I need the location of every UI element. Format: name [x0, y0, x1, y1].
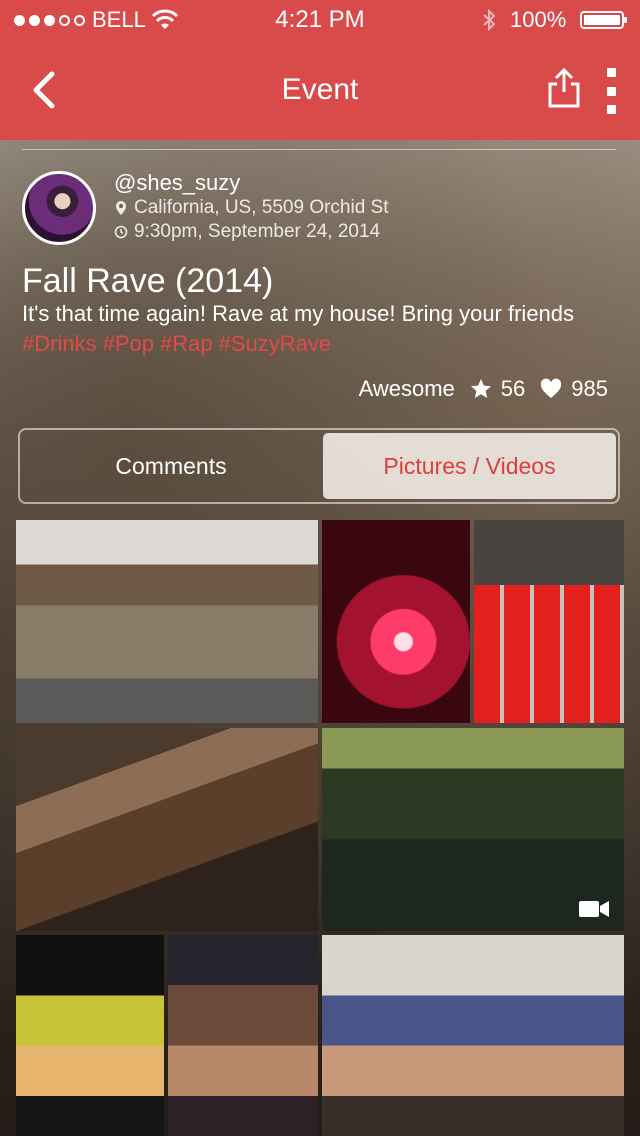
likes-count[interactable]: 985 [539, 376, 608, 402]
tag-link[interactable]: #Rap [160, 331, 213, 356]
event-title: Fall Rave (2014) [22, 262, 274, 300]
photo-red-cups[interactable] [474, 520, 624, 723]
media-grid [16, 520, 624, 1136]
battery-percent: 100% [510, 7, 567, 32]
rating-label: Awesome [358, 376, 455, 401]
star-icon [470, 379, 491, 398]
video-camera-icon [579, 901, 609, 917]
event-tags: #Drinks #Pop #Rap #SuzyRave [22, 331, 337, 357]
photo-house[interactable] [16, 520, 318, 723]
username[interactable]: @shes_suzy [114, 170, 240, 196]
avatar[interactable] [22, 171, 96, 245]
divider [22, 149, 616, 150]
event-datetime: 9:30pm, September 24, 2014 [114, 221, 380, 243]
bluetooth-icon [483, 9, 496, 31]
photo-fireworks[interactable] [322, 520, 470, 723]
photo-dance-floor[interactable] [168, 935, 318, 1136]
clock-icon [114, 225, 128, 239]
stars-count[interactable]: 56 [469, 376, 525, 402]
top-bar: BELL 4:21 PM 100% Event [0, 0, 640, 140]
heart-icon [541, 378, 562, 398]
datetime-text: 9:30pm, September 24, 2014 [134, 221, 381, 242]
photo-party-crowd[interactable] [16, 728, 318, 931]
photo-crowd-surf[interactable] [322, 935, 624, 1136]
tab-comments[interactable]: Comments [23, 433, 319, 499]
event-description: It's that time again! Rave at my house! … [22, 301, 575, 326]
tag-link[interactable]: #SuzyRave [219, 331, 332, 356]
share-button[interactable] [544, 66, 584, 110]
navigation-bar: Event [0, 40, 640, 140]
tag-link[interactable]: #Drinks [22, 331, 97, 356]
status-bar: BELL 4:21 PM 100% [0, 0, 640, 40]
event-stats: Awesome 56 985 [359, 376, 608, 402]
event-location: California, US, 5509 Orchid St [114, 197, 389, 219]
tag-link[interactable]: #Pop [103, 331, 154, 356]
tab-pictures-videos[interactable]: Pictures / Videos [323, 433, 616, 499]
location-text: California, US, 5509 Orchid St [134, 197, 389, 218]
battery-icon [580, 11, 627, 29]
segmented-control: Comments Pictures / Videos [18, 428, 620, 504]
more-options-button[interactable] [598, 68, 624, 114]
photo-drinks[interactable] [16, 935, 164, 1136]
location-pin-icon [116, 201, 126, 215]
